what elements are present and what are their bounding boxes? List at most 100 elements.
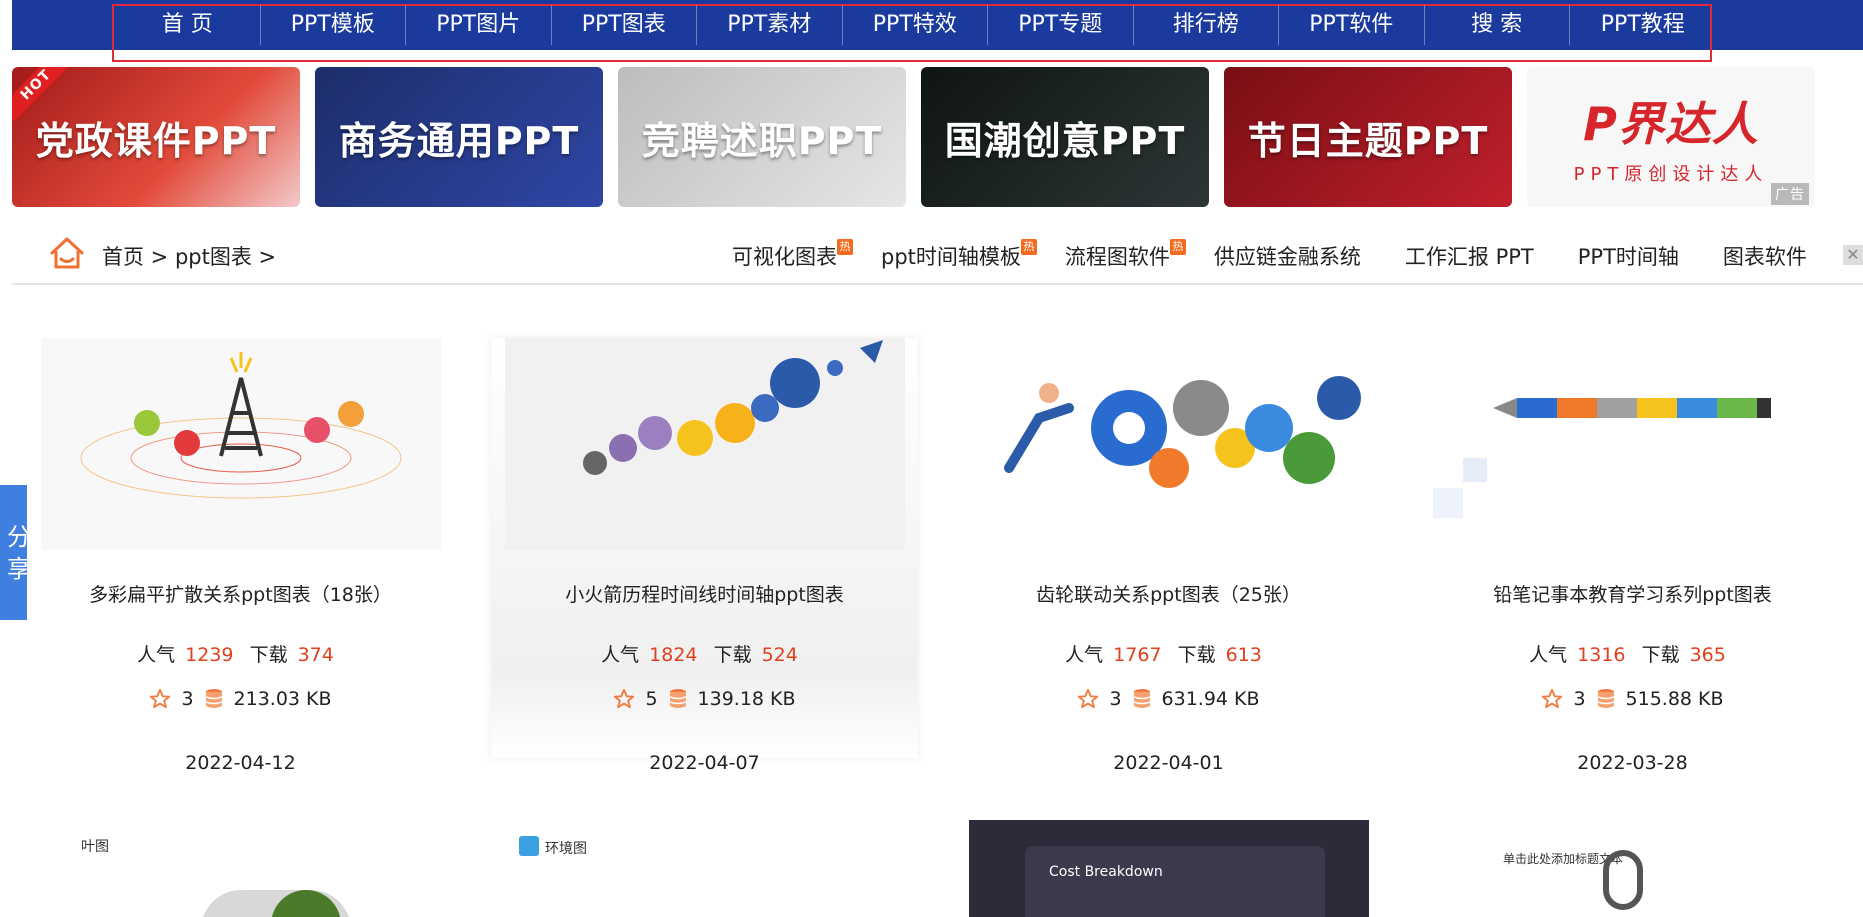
popularity-count: 1239 bbox=[185, 644, 234, 666]
card-title[interactable]: 小火箭历程时间线时间轴ppt图表 bbox=[491, 580, 918, 607]
popularity-count: 1767 bbox=[1113, 644, 1162, 666]
hot-badge: 热 bbox=[837, 239, 853, 255]
tag-ppt-timeline[interactable]: PPT时间轴 bbox=[1578, 241, 1679, 271]
banner-business[interactable]: 商务通用PPT bbox=[315, 67, 603, 207]
file-size: 631.94 KB bbox=[1161, 688, 1260, 710]
banner-label: 竞聘述职PPT bbox=[641, 118, 883, 163]
star-count: 3 bbox=[1573, 688, 1586, 710]
banner-holiday[interactable]: 节日主题PPT bbox=[1224, 67, 1512, 207]
card-meta: 3 515.88 KB bbox=[1419, 688, 1846, 710]
tag-label: 可视化图表 bbox=[732, 245, 837, 269]
file-size: 213.03 KB bbox=[233, 688, 332, 710]
hot-badge: 热 bbox=[1020, 239, 1037, 255]
card-title[interactable]: 铅笔记事本教育学习系列ppt图表 bbox=[1419, 580, 1846, 607]
tag-label: PPT时间轴 bbox=[1577, 245, 1679, 269]
home-icon[interactable] bbox=[47, 233, 87, 273]
nav-item-home[interactable]: 首 页 bbox=[115, 5, 261, 45]
banner-label: 节日主题PPT bbox=[1247, 118, 1489, 163]
thumbnail-label: 叶图 bbox=[81, 839, 109, 855]
nav-menu: 首 页 PPT模板 PPT图片 PPT图表 PPT素材 PPT特效 PPT专题 … bbox=[115, 5, 1716, 45]
template-card[interactable]: 环境图 bbox=[491, 820, 918, 917]
template-card[interactable]: 小火箭历程时间线时间轴ppt图表 人气 1824 下载 524 5 139.18 K… bbox=[491, 338, 918, 774]
tag-label: 工作汇报 PPT bbox=[1404, 245, 1534, 269]
template-card[interactable]: Cost Breakdown bbox=[955, 820, 1382, 917]
card-grid-row-2: 叶图 环境图 Cost Breakdown 单击此处添加标题文本 bbox=[27, 820, 1846, 917]
nav-item-ppt-materials[interactable]: PPT素材 bbox=[697, 5, 843, 45]
template-card[interactable]: 叶图 bbox=[27, 820, 454, 917]
card-date: 2022-04-01 bbox=[1113, 752, 1224, 774]
tag-label: 流程图软件 bbox=[1064, 245, 1170, 269]
tag-work-report[interactable]: 工作汇报 PPT bbox=[1405, 241, 1534, 271]
downloads-count: 365 bbox=[1689, 644, 1726, 666]
downloads-label: 下载 bbox=[1177, 644, 1216, 666]
breadcrumb[interactable]: 首页 > ppt图表 > bbox=[102, 241, 276, 271]
card-stats: 人气 1824 下载 524 bbox=[491, 640, 918, 667]
tag-timeline-templates[interactable]: ppt时间轴模板热 bbox=[881, 239, 1037, 271]
nav-item-ppt-tutorials[interactable]: PPT教程 bbox=[1570, 5, 1716, 45]
star-count: 5 bbox=[645, 688, 658, 710]
tag-visual-charts[interactable]: 可视化图表热 bbox=[732, 239, 853, 271]
tag-label: 供应链金融系统 bbox=[1213, 245, 1361, 269]
downloads-count: 524 bbox=[761, 644, 798, 666]
hot-badge: 热 bbox=[1169, 239, 1186, 255]
card-thumbnail[interactable] bbox=[969, 338, 1369, 550]
tag-supply-chain[interactable]: 供应链金融系统 bbox=[1214, 241, 1361, 271]
tag-flowchart-software[interactable]: 流程图软件热 bbox=[1064, 239, 1186, 271]
card-stats: 人气 1767 下载 613 bbox=[955, 640, 1382, 667]
card-stats: 人气 1239 下载 374 bbox=[27, 640, 454, 667]
downloads-count: 613 bbox=[1225, 644, 1262, 666]
leaf-icon bbox=[519, 836, 539, 856]
card-title[interactable]: 多彩扁平扩散关系ppt图表（18张） bbox=[27, 580, 454, 607]
nav-item-ppt-templates[interactable]: PPT模板 bbox=[261, 5, 406, 45]
popularity-label: 人气 bbox=[601, 644, 640, 666]
star-icon bbox=[614, 688, 635, 709]
card-meta: 5 139.18 KB bbox=[491, 688, 918, 710]
database-icon bbox=[1597, 689, 1614, 708]
card-thumbnail[interactable]: 叶图 bbox=[41, 820, 441, 917]
card-thumbnail[interactable]: 单击此处添加标题文本 bbox=[1433, 820, 1833, 917]
banner-label: 商务通用PPT bbox=[338, 118, 580, 163]
popularity-count: 1824 bbox=[649, 644, 698, 666]
banner-party-courseware[interactable]: HOT 党政课件PPT bbox=[12, 67, 300, 207]
nav-item-ppt-topics[interactable]: PPT专题 bbox=[988, 5, 1134, 45]
tag-label: ppt时间轴模板 bbox=[881, 245, 1021, 269]
banner-row: HOT 党政课件PPT 商务通用PPT 竞聘述职PPT 国潮创意PPT 节日主题… bbox=[12, 67, 1815, 207]
database-icon bbox=[669, 689, 686, 708]
card-title[interactable]: 齿轮联动关系ppt图表（25张） bbox=[955, 580, 1382, 607]
card-stats: 人气 1316 下载 365 bbox=[1419, 640, 1846, 667]
nav-item-ranking[interactable]: 排行榜 bbox=[1134, 5, 1279, 45]
banner-competition[interactable]: 竞聘述职PPT bbox=[618, 67, 906, 207]
template-card[interactable]: 齿轮联动关系ppt图表（25张） 人气 1767 下载 613 3 631.94 K… bbox=[955, 338, 1382, 774]
nav-item-ppt-software[interactable]: PPT软件 bbox=[1279, 5, 1425, 45]
downloads-label: 下载 bbox=[713, 644, 752, 666]
template-card[interactable]: 单击此处添加标题文本 bbox=[1419, 820, 1846, 917]
star-count: 3 bbox=[1109, 688, 1122, 710]
pjieda-slogan: PPT原创设计达人 bbox=[1573, 164, 1769, 185]
ad-label: 广告 bbox=[1771, 183, 1809, 205]
nav-item-ppt-images[interactable]: PPT图片 bbox=[406, 5, 552, 45]
popularity-label: 人气 bbox=[1529, 644, 1568, 666]
card-thumbnail[interactable]: 环境图 bbox=[505, 820, 905, 917]
tag-chart-software[interactable]: 图表软件 bbox=[1723, 241, 1807, 271]
banner-ad-pjieda[interactable]: P界达人 PPT原创设计达人 广告 bbox=[1527, 67, 1815, 207]
card-meta: 3 213.03 KB bbox=[27, 688, 454, 710]
template-card[interactable]: 铅笔记事本教育学习系列ppt图表 人气 1316 下载 365 3 515.88 K… bbox=[1419, 338, 1846, 774]
nav-item-ppt-charts[interactable]: PPT图表 bbox=[552, 5, 697, 45]
star-icon bbox=[150, 688, 171, 709]
card-thumbnail[interactable] bbox=[1433, 338, 1833, 550]
thumbnail-label: Cost Breakdown bbox=[1049, 864, 1163, 880]
database-icon bbox=[205, 689, 222, 708]
card-thumbnail[interactable] bbox=[41, 338, 441, 550]
card-thumbnail[interactable]: Cost Breakdown bbox=[969, 820, 1369, 917]
downloads-label: 下载 bbox=[249, 644, 288, 666]
banner-guochao[interactable]: 国潮创意PPT bbox=[921, 67, 1209, 207]
popularity-count: 1316 bbox=[1577, 644, 1626, 666]
card-thumbnail[interactable] bbox=[505, 338, 905, 550]
nav-item-ppt-effects[interactable]: PPT特效 bbox=[843, 5, 988, 45]
template-card[interactable]: 多彩扁平扩散关系ppt图表（18张） 人气 1239 下载 374 3 213.03… bbox=[27, 338, 454, 774]
database-icon bbox=[1133, 689, 1150, 708]
nav-item-search[interactable]: 搜 索 bbox=[1425, 5, 1570, 45]
popularity-label: 人气 bbox=[1065, 644, 1104, 666]
popularity-label: 人气 bbox=[137, 644, 176, 666]
close-icon[interactable]: ✕ bbox=[1843, 245, 1863, 265]
